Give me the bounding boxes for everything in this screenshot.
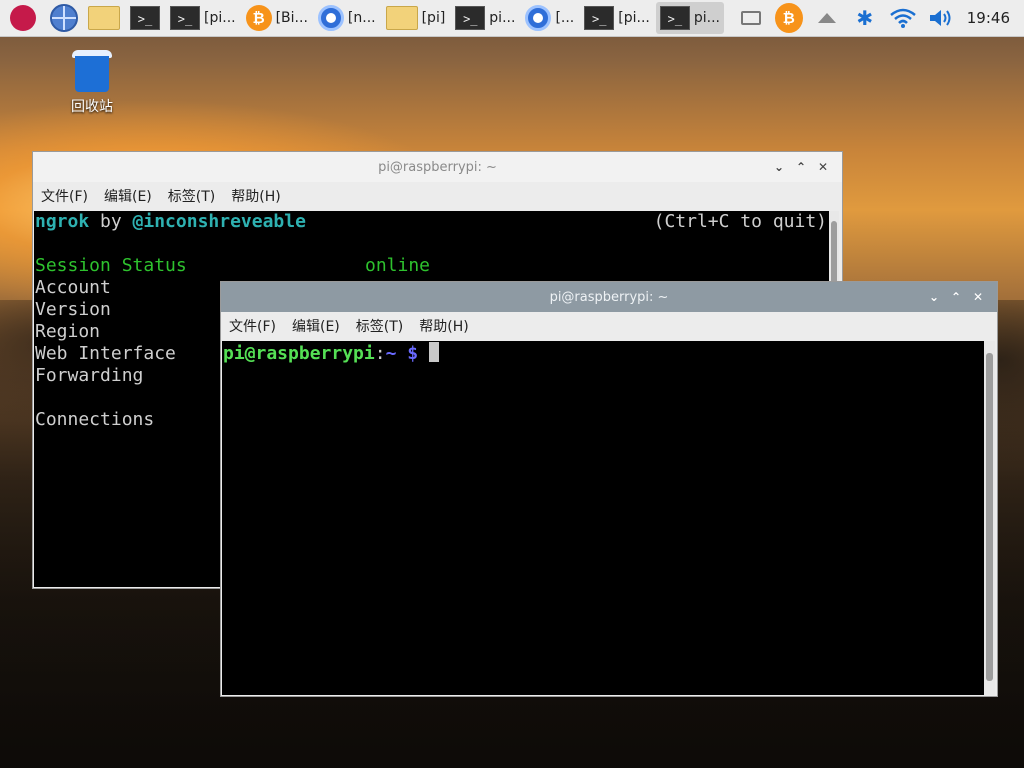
prompt-sign: $ bbox=[396, 343, 429, 364]
task-terminal-3[interactable]: >_ [pi... bbox=[580, 2, 654, 34]
maximize-button[interactable]: ⌃ bbox=[790, 160, 812, 174]
minimize-button[interactable]: ⌄ bbox=[768, 160, 790, 174]
ngrok-header-line: ngrok by @inconshreveable bbox=[35, 211, 306, 233]
quit-hint: (Ctrl+C to quit) bbox=[653, 211, 827, 232]
globe-icon bbox=[50, 4, 78, 32]
trash-icon bbox=[72, 46, 112, 92]
menu-button[interactable] bbox=[6, 2, 40, 34]
taskbar: >_ >_ [pi... ₿ [Bi... [n... [pi] >_ pi..… bbox=[0, 0, 1024, 37]
web-browser-launcher[interactable] bbox=[46, 2, 82, 34]
web-interface-label: Web Interface bbox=[35, 343, 176, 364]
task-chromium-2[interactable]: [... bbox=[521, 2, 578, 34]
trash-label: 回收站 bbox=[71, 99, 113, 115]
trash-desktop-icon[interactable]: 回收站 bbox=[62, 46, 122, 116]
task-label: [pi... bbox=[204, 10, 236, 26]
forwarding-label: Forwarding bbox=[35, 365, 144, 386]
ngrok-author: @inconshreveable bbox=[132, 211, 306, 232]
task-label: [pi] bbox=[421, 10, 446, 26]
task-bitcoin[interactable]: ₿ [Bi... bbox=[242, 2, 312, 34]
terminal-icon: >_ bbox=[659, 6, 690, 30]
ngrok-by: by bbox=[89, 211, 133, 232]
menu-file[interactable]: 文件(F) bbox=[33, 186, 96, 206]
task-label: pi... bbox=[489, 10, 516, 26]
terminal-window-active[interactable]: pi@raspberrypi: ~ ⌄ ⌃ ✕ 文件(F) 编辑(E) 标签(T… bbox=[220, 281, 998, 697]
menu-help[interactable]: 帮助(H) bbox=[411, 316, 476, 336]
window-titlebar[interactable]: pi@raspberrypi: ~ ⌄ ⌃ ✕ bbox=[221, 282, 997, 312]
text-cursor bbox=[428, 342, 439, 362]
prompt-user-host: pi@raspberrypi bbox=[223, 343, 375, 364]
task-label: [n... bbox=[347, 10, 376, 26]
terminal-launcher[interactable]: >_ bbox=[126, 2, 164, 34]
raspberry-pi-icon bbox=[10, 5, 36, 31]
session-status-value: online bbox=[365, 255, 431, 276]
clock[interactable]: 19:46 bbox=[967, 9, 1010, 27]
close-button[interactable]: ✕ bbox=[967, 290, 989, 304]
terminal-icon: >_ bbox=[584, 6, 615, 30]
task-terminal-active[interactable]: >_ pi... bbox=[655, 2, 724, 34]
bitcoin-icon: ₿ bbox=[245, 5, 272, 31]
close-button[interactable]: ✕ bbox=[812, 160, 834, 174]
window-titlebar[interactable]: pi@raspberrypi: ~ ⌄ ⌃ ✕ bbox=[33, 152, 842, 182]
prompt-colon: : bbox=[374, 343, 386, 364]
task-label: [Bi... bbox=[275, 10, 308, 26]
menu-tabs[interactable]: 标签(T) bbox=[160, 186, 223, 206]
task-terminal-2[interactable]: >_ pi... bbox=[451, 2, 519, 34]
account-label: Account bbox=[35, 277, 111, 298]
terminal-input-area[interactable]: pi@raspberrypi:~ $ bbox=[222, 341, 984, 695]
eject-icon[interactable] bbox=[813, 4, 841, 32]
version-label: Version bbox=[35, 299, 111, 320]
session-status-label: Session Status bbox=[35, 255, 187, 276]
window-title: pi@raspberrypi: ~ bbox=[549, 289, 669, 305]
task-terminal-1[interactable]: >_ [pi... bbox=[166, 2, 240, 34]
folder-icon bbox=[385, 6, 418, 30]
menu-edit[interactable]: 编辑(E) bbox=[284, 316, 348, 336]
terminal-icon: >_ bbox=[130, 6, 160, 30]
menu-bar: 文件(F) 编辑(E) 标签(T) 帮助(H) bbox=[33, 182, 842, 210]
maximize-button[interactable]: ⌃ bbox=[945, 290, 967, 304]
task-chromium-1[interactable]: [n... bbox=[314, 2, 380, 34]
menu-file[interactable]: 文件(F) bbox=[221, 316, 284, 336]
bluetooth-icon[interactable]: ✱ bbox=[851, 4, 879, 32]
chromium-icon bbox=[525, 5, 552, 31]
folder-icon bbox=[88, 6, 120, 30]
chromium-icon bbox=[317, 5, 344, 31]
volume-icon[interactable] bbox=[927, 4, 955, 32]
terminal-icon: >_ bbox=[455, 6, 486, 30]
task-label: [pi... bbox=[618, 10, 650, 26]
connections-label: Connections bbox=[35, 409, 155, 430]
region-label: Region bbox=[35, 321, 101, 342]
window-title: pi@raspberrypi: ~ bbox=[378, 159, 497, 175]
shell-prompt: pi@raspberrypi:~ $ bbox=[223, 342, 439, 365]
ngrok-name: ngrok bbox=[35, 211, 90, 232]
menu-help[interactable]: 帮助(H) bbox=[223, 186, 288, 206]
terminal-icon: >_ bbox=[170, 6, 200, 30]
task-label: pi... bbox=[693, 10, 720, 26]
keyboard-icon[interactable] bbox=[737, 4, 765, 32]
prompt-path: ~ bbox=[385, 343, 397, 364]
menu-tabs[interactable]: 标签(T) bbox=[348, 316, 411, 336]
wifi-icon[interactable] bbox=[889, 4, 917, 32]
minimize-button[interactable]: ⌄ bbox=[923, 290, 945, 304]
file-manager-launcher[interactable] bbox=[84, 2, 124, 34]
task-folder[interactable]: [pi] bbox=[382, 2, 450, 34]
bitcoin-tray-icon[interactable]: ₿ bbox=[774, 3, 803, 33]
menu-bar: 文件(F) 编辑(E) 标签(T) 帮助(H) bbox=[221, 312, 997, 340]
menu-edit[interactable]: 编辑(E) bbox=[96, 186, 160, 206]
task-label: [... bbox=[555, 10, 575, 26]
scrollbar[interactable] bbox=[984, 341, 995, 695]
